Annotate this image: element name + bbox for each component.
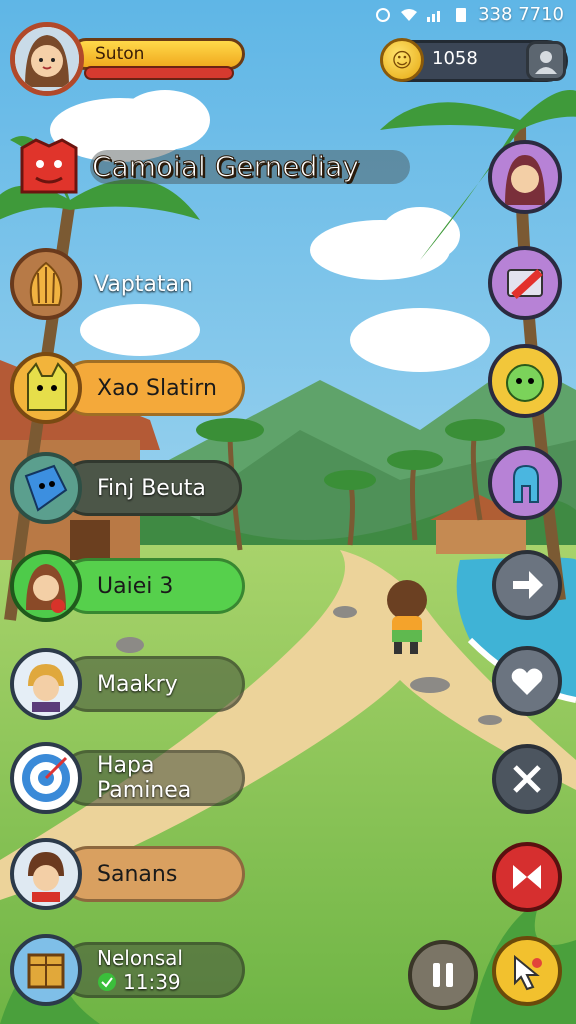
- quest-pill: Xao Slatirn: [60, 360, 245, 416]
- page-title: Camoial Gernediay: [92, 150, 360, 184]
- target-icon: [10, 742, 82, 814]
- close-icon: [513, 765, 541, 793]
- quest-pill: Uaiei 3: [60, 558, 245, 614]
- crate-icon: [10, 934, 82, 1006]
- profile-button[interactable]: [526, 41, 566, 81]
- scroll-icon: [507, 269, 543, 299]
- sync-icon: [376, 7, 391, 22]
- shell-icon: [10, 248, 82, 320]
- boy-brown-icon: [10, 838, 82, 910]
- quest-pill: Sanans: [60, 846, 245, 902]
- check-icon: [98, 973, 116, 991]
- quest-timer-value: 11:39: [123, 970, 181, 994]
- quest-label: Hapa Paminea: [97, 753, 192, 803]
- girl-portrait-icon: [505, 155, 545, 205]
- heart-icon: [511, 668, 543, 695]
- close-button[interactable]: [492, 744, 562, 814]
- pause-button[interactable]: [408, 940, 478, 1010]
- status-time: 338 7710: [478, 4, 564, 25]
- boy-blonde-icon: [10, 648, 82, 720]
- signal-icon: [427, 10, 441, 22]
- pointer-icon: [514, 954, 542, 991]
- quest-pill: Nelonsal 11:39: [60, 942, 245, 998]
- player-avatar[interactable]: [10, 22, 84, 96]
- red-monster-icon: [16, 134, 82, 200]
- cursor-button[interactable]: [492, 936, 562, 1006]
- quest-label: Maakry: [97, 671, 178, 697]
- character-button[interactable]: [488, 140, 562, 214]
- girl-avatar-icon: [10, 550, 82, 622]
- blue-cube-icon: [10, 452, 82, 524]
- shop-button[interactable]: [488, 446, 562, 520]
- status-bar: 338 7710: [374, 4, 564, 25]
- inventory-button[interactable]: [488, 246, 562, 320]
- move-button[interactable]: [492, 550, 562, 620]
- favorite-button[interactable]: [492, 646, 562, 716]
- coin-icon: ☺: [380, 38, 424, 82]
- blue-glove-icon: [513, 464, 539, 503]
- quest-label: Sanans: [97, 861, 178, 887]
- player-health-bar: [84, 66, 234, 80]
- quest-label: Vaptatan: [94, 271, 193, 297]
- bowtie-icon: [513, 865, 541, 889]
- quest-timer: 11:39: [97, 970, 181, 994]
- quest-pill: Finj Beuta: [60, 460, 242, 516]
- quest-pill: Hapa Paminea: [60, 750, 245, 806]
- battery-icon: [456, 7, 467, 22]
- player-name: Suton: [95, 44, 145, 64]
- wifi-icon: [401, 8, 418, 21]
- girl-face-icon: [15, 27, 79, 91]
- quest-label: Finj Beuta: [97, 475, 206, 501]
- yellow-creature-icon: [10, 352, 82, 424]
- arrow-icon: [513, 571, 543, 599]
- quest-label: Xao Slatirn: [97, 375, 217, 401]
- quest-label: Nelonsal: [97, 946, 183, 970]
- quest-pill: Maakry: [60, 656, 245, 712]
- pause-icon: [433, 963, 453, 987]
- coin-value: 1058: [432, 48, 478, 69]
- quest-label: Uaiei 3: [97, 573, 174, 599]
- record-button[interactable]: [492, 842, 562, 912]
- green-creature-icon: [506, 364, 544, 402]
- person-icon: [535, 51, 557, 74]
- pet-button[interactable]: [488, 344, 562, 418]
